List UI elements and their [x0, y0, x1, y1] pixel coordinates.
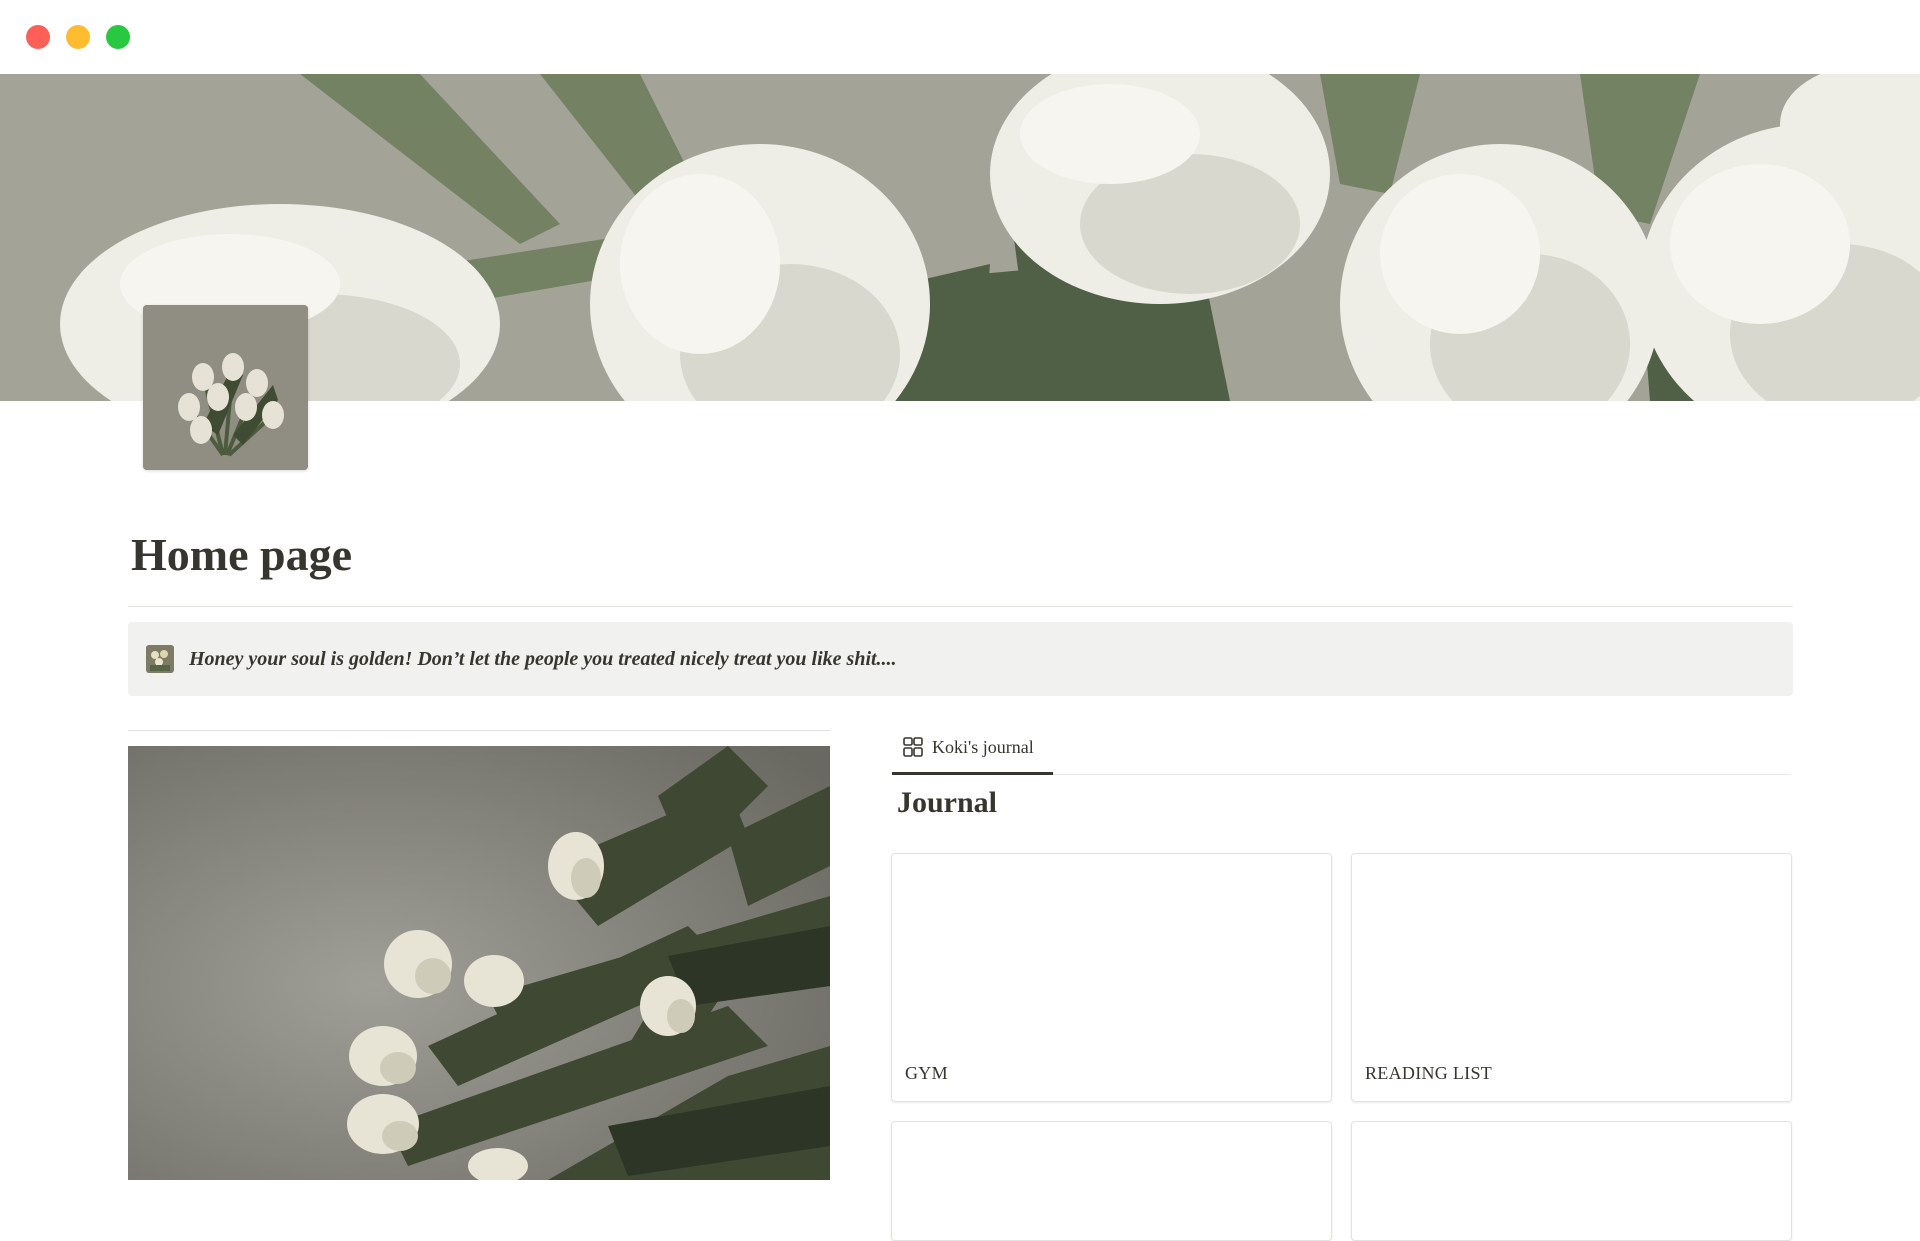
- tulip-icon: [146, 645, 174, 673]
- tab-label: Koki's journal: [932, 736, 1034, 757]
- close-window-button[interactable]: [26, 25, 50, 49]
- database-view-tabs: Koki's journal: [892, 722, 1791, 775]
- quote-callout[interactable]: Honey your soul is golden! Don’t let the…: [128, 622, 1793, 696]
- maximize-window-button[interactable]: [106, 25, 130, 49]
- minimize-window-button[interactable]: [66, 25, 90, 49]
- gallery-card-reading-list[interactable]: READING LIST: [1351, 853, 1792, 1102]
- card-title: GYM: [905, 1063, 948, 1083]
- gallery-card[interactable]: [1351, 1121, 1792, 1241]
- divider: [128, 730, 830, 731]
- gallery-view-icon: [902, 736, 924, 758]
- tab-kokis-journal[interactable]: Koki's journal: [892, 722, 1053, 775]
- divider: [128, 606, 1793, 607]
- gallery-card[interactable]: [891, 1121, 1332, 1241]
- database-title[interactable]: Journal: [897, 786, 997, 820]
- gallery-card-gym[interactable]: GYM: [891, 853, 1332, 1102]
- page-icon-image[interactable]: [143, 305, 308, 470]
- tulips-image[interactable]: [128, 746, 830, 1180]
- callout-quote-text: Honey your soul is golden! Don’t let the…: [189, 647, 897, 670]
- window-titlebar: [0, 0, 1920, 74]
- card-title: READING LIST: [1365, 1063, 1493, 1083]
- page-title[interactable]: Home page: [131, 528, 352, 581]
